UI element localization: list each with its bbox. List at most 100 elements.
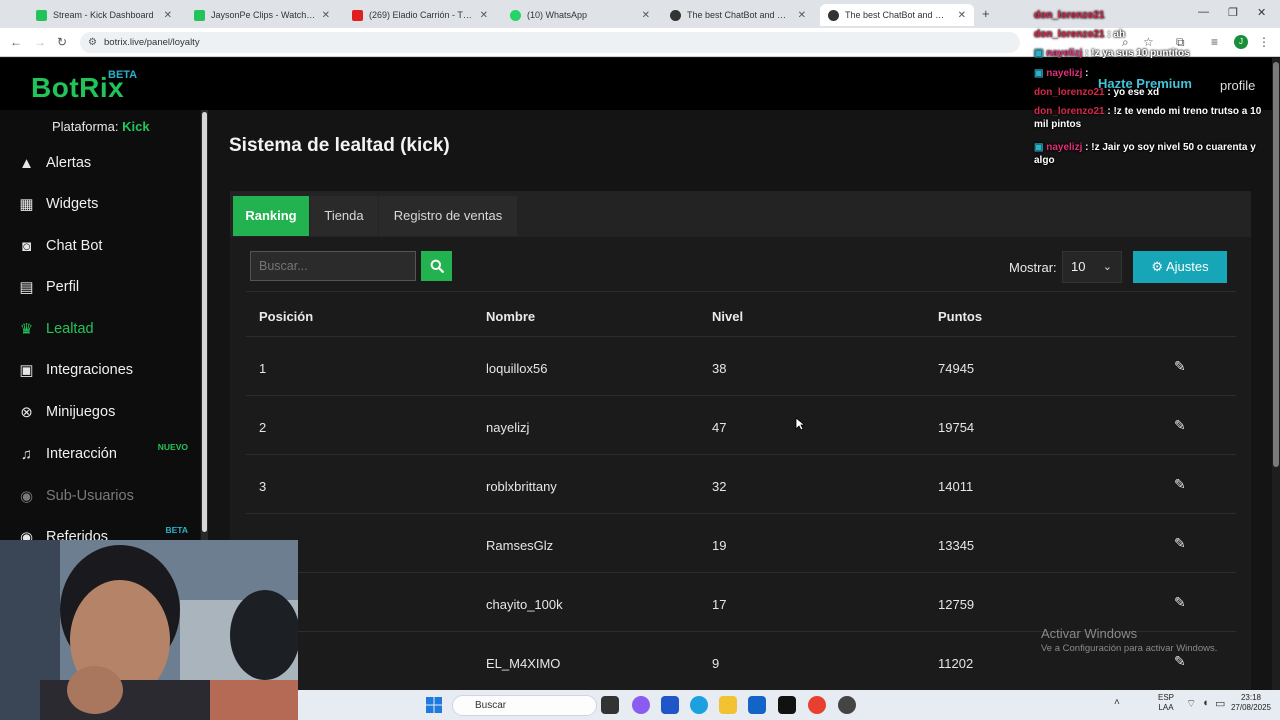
taskbar-search[interactable]: Buscar [452, 695, 597, 716]
store-icon[interactable] [661, 696, 679, 714]
sidebar-item-minijuegos[interactable]: ⊗ Minijuegos [0, 395, 200, 431]
list-icon: ▣ [19, 362, 34, 379]
chat-message: ▣ nayelizj : !z Jair yo soy nivel 50 o c… [1034, 141, 1274, 167]
site-info-icon[interactable]: ⚙ [88, 32, 97, 53]
sidebar-item-interaccion[interactable]: ♫ Interacción NUEVO [0, 437, 200, 473]
edit-pencil-icon[interactable]: ✎ [1174, 358, 1186, 375]
show-label: Mostrar: [1009, 260, 1057, 275]
tab-title: Stream - Kick Dashboard [53, 10, 154, 20]
chat-message: ▣ nayelizj : [1034, 67, 1274, 80]
column-header[interactable]: Nombre [486, 309, 535, 324]
close-icon[interactable]: ✕ [480, 10, 488, 21]
sidebar-item-referidos[interactable]: ◉ Referidos BETA [0, 520, 200, 540]
tab-title: (269) Eladio Carrión - TQMQA ( [369, 10, 474, 20]
settings-button[interactable]: ⚙ Ajustes [1133, 251, 1227, 283]
chat-message: don_lorenzo21 [1034, 9, 1274, 22]
close-icon[interactable]: ✕ [642, 10, 650, 21]
url-text: botrix.live/panel/loyalty [104, 37, 200, 48]
edit-pencil-icon[interactable]: ✎ [1174, 653, 1186, 670]
sidebar-item-label: Integraciones [46, 362, 134, 378]
sidebar-item-integraciones[interactable]: ▣ Integraciones [0, 353, 200, 389]
row-name: roblxbrittany [486, 479, 557, 494]
row-position: 1 [259, 361, 267, 376]
new-tab-icon[interactable]: + [982, 6, 990, 21]
browser-tab[interactable]: JaysonPe Clips - Watch Live on ✕ [186, 4, 338, 26]
chat-badge-icon: ▣ [1034, 48, 1044, 59]
column-header[interactable]: Puntos [938, 309, 982, 324]
tab-registro-ventas[interactable]: Registro de ventas [379, 196, 517, 236]
search-button[interactable] [421, 251, 452, 281]
browser-tab-active[interactable]: The best ChatBot and Widgets ✕ [820, 4, 974, 26]
tiktok-icon[interactable] [778, 696, 796, 714]
platform-label: Plataforma: [52, 119, 119, 134]
tab-tienda[interactable]: Tienda [310, 196, 378, 236]
wifi-icon[interactable]: ⌔ [1186, 697, 1196, 711]
battery-icon[interactable]: ▭ [1215, 697, 1225, 710]
edit-pencil-icon[interactable]: ✎ [1174, 535, 1186, 552]
edge-icon[interactable] [690, 696, 708, 714]
row-points: 13345 [938, 538, 975, 553]
browser-tab[interactable]: (269) Eladio Carrión - TQMQA ( ✕ [344, 4, 496, 26]
tray-chevron-up-icon[interactable]: ˄ [1114, 697, 1120, 708]
file-explorer-icon[interactable] [719, 696, 737, 714]
table-row: 1 loquillox56 38 74945 ✎ [246, 337, 1236, 396]
sidebar-item-label: Alertas [46, 155, 92, 171]
row-level: 32 [712, 479, 727, 494]
close-icon[interactable]: ✕ [958, 10, 966, 21]
show-count-select[interactable]: 10 ⌄ [1062, 251, 1122, 283]
search-icon [430, 259, 444, 273]
reload-icon[interactable]: ↻ [57, 35, 67, 49]
url-field[interactable]: ⚙ botrix.live/panel/loyalty [80, 32, 1020, 53]
tab-title: (10) WhatsApp [527, 10, 588, 20]
forward-icon[interactable]: → [34, 35, 46, 49]
input-language[interactable]: ESP LAA [1158, 693, 1174, 713]
close-icon[interactable]: ✕ [164, 10, 172, 21]
browser-tab[interactable]: The best ChatBot and Widgets ✕ [662, 4, 814, 26]
copilot-icon[interactable] [632, 696, 650, 714]
chat-text: : ah [1107, 29, 1126, 40]
edit-pencil-icon[interactable]: ✎ [1174, 417, 1186, 434]
app-header [0, 58, 1280, 110]
outlook-icon[interactable] [748, 696, 766, 714]
row-level: 17 [712, 597, 727, 612]
column-header[interactable]: Nivel [712, 309, 743, 324]
column-header[interactable]: Posición [259, 309, 313, 324]
windows-start-icon[interactable] [426, 697, 442, 713]
browser-tab[interactable]: (10) WhatsApp ✕ [502, 4, 658, 26]
new-badge: NUEVO [157, 442, 188, 452]
sidebar-item-perfil[interactable]: ▤ Perfil [0, 270, 200, 306]
youtube-icon [352, 9, 363, 21]
sidebar-item-widgets[interactable]: ▦ Widgets [0, 187, 200, 223]
task-view-icon[interactable] [601, 696, 619, 714]
users-icon: ◉ [19, 529, 34, 540]
settings-label: Ajustes [1165, 259, 1209, 274]
edit-pencil-icon[interactable]: ✎ [1174, 594, 1186, 611]
table-row: 4 RamsesGlz 19 13345 ✎ [246, 514, 1236, 573]
row-level: 47 [712, 420, 727, 435]
search-input[interactable] [250, 251, 416, 281]
platform-value[interactable]: Kick [122, 119, 149, 134]
close-icon[interactable]: ✕ [798, 10, 806, 21]
browser-tab[interactable]: Stream - Kick Dashboard ✕ [28, 4, 180, 26]
sidebar-item-label: Chat Bot [46, 238, 103, 254]
row-name: EL_M4XIMO [486, 656, 561, 671]
chrome-icon[interactable] [808, 696, 826, 714]
sidebar-item-label: Lealtad [46, 321, 94, 337]
sidebar-item-chat-bot[interactable]: ◙ Chat Bot [0, 229, 200, 265]
row-level: 19 [712, 538, 727, 553]
tab-title: The best ChatBot and Widgets [687, 10, 792, 20]
back-icon[interactable]: ← [10, 35, 22, 49]
edit-pencil-icon[interactable]: ✎ [1174, 476, 1186, 493]
close-icon[interactable]: ✕ [322, 10, 330, 21]
sidebar-item-lealtad[interactable]: ♛ Lealtad [0, 312, 200, 348]
grid-icon: ▦ [19, 196, 34, 213]
row-name: chayito_100k [486, 597, 563, 612]
row-points: 14011 [938, 479, 974, 494]
taskbar-clock[interactable]: 23:18 27/08/2025 [1228, 693, 1274, 713]
sidebar-scroll-thumb[interactable] [202, 112, 207, 532]
tab-ranking[interactable]: Ranking [233, 196, 309, 236]
volume-icon[interactable]: ◖ [1202, 697, 1209, 709]
sidebar-item-sub-usuarios[interactable]: ◉ Sub-Usuarios [0, 479, 200, 515]
sidebar-item-alertas[interactable]: ▲ Alertas [0, 146, 200, 182]
obs-icon[interactable] [838, 696, 856, 714]
